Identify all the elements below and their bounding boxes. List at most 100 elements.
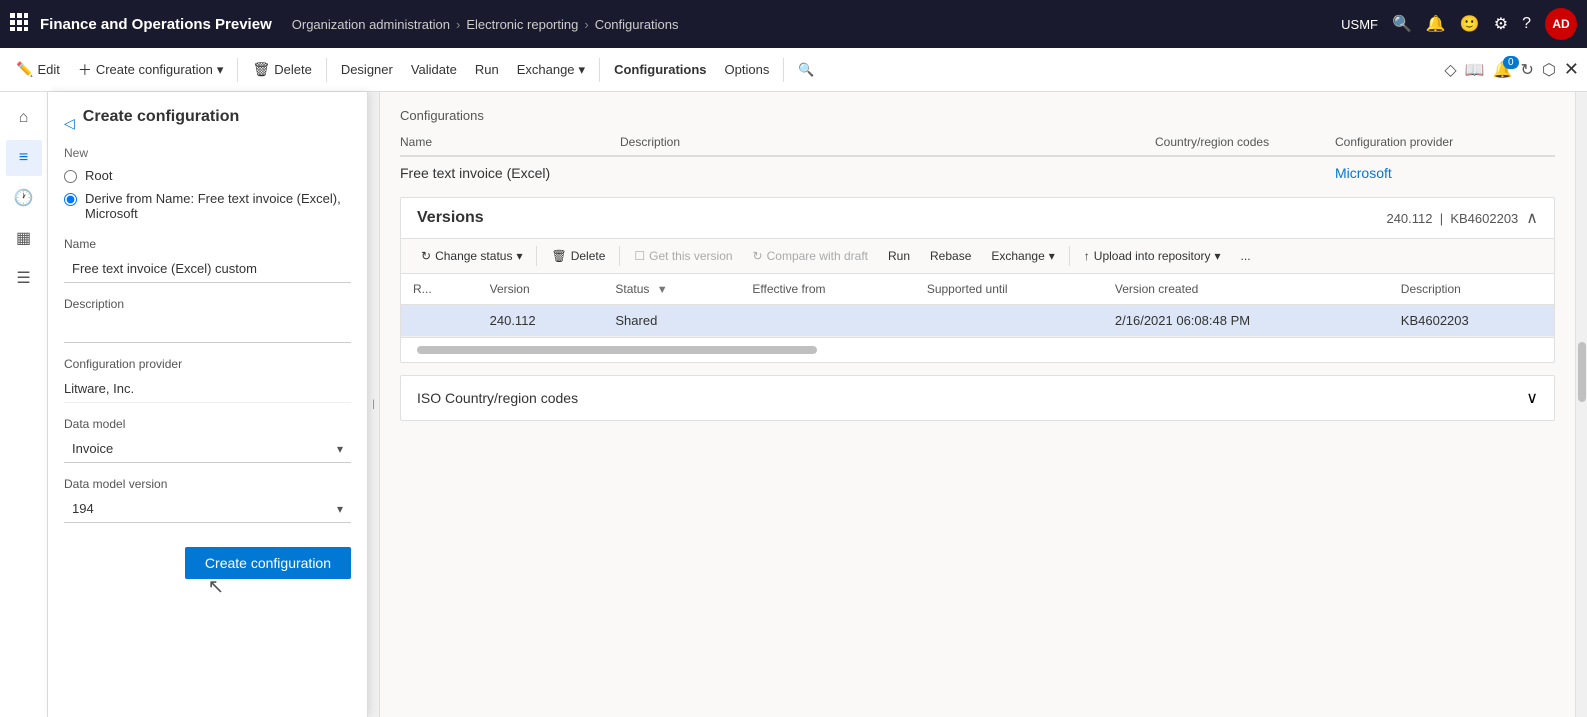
creation-type-radio-group: Root Derive from Name: Free text invoice… [64,168,351,221]
radio-root[interactable]: Root [64,168,351,183]
versions-table-header-row: R... Version Status ▼ Effective from Sup… [401,274,1554,305]
sidebar-item-home[interactable]: ⌂ [6,100,42,136]
edit-button[interactable]: ✏️ Edit [8,57,68,82]
exchange-button[interactable]: Exchange ▾ [509,58,593,82]
data-model-label: Data model [64,417,351,431]
sidebar-item-recent[interactable]: 🕐 [6,180,42,216]
refresh-icon[interactable]: ↻ [1521,60,1534,80]
data-model-version-select-wrapper: 194 ▾ [64,495,351,523]
exchange-chevron-icon: ▾ [579,62,586,78]
sidebar-item-grid[interactable]: ▦ [6,220,42,256]
search-icon[interactable]: 🔍 [1392,14,1412,34]
breadcrumb: Organization administration › Electronic… [292,17,1341,32]
smiley-icon[interactable]: 🙂 [1460,14,1480,34]
versions-collapse-icon[interactable]: ∧ [1526,208,1538,228]
scroll-area[interactable] [401,337,1554,362]
exchange-versions-chevron-icon: ▾ [1049,249,1055,263]
data-model-version-select[interactable]: 194 [64,495,351,523]
config-provider-value-link[interactable]: Microsoft [1335,165,1555,181]
data-model-select[interactable]: Invoice [64,435,351,463]
org-label: USMF [1341,17,1378,32]
cell-version-created: 2/16/2021 06:08:48 PM [1103,305,1389,337]
toolbar-divider-2 [326,58,327,82]
diamond-icon[interactable]: ◇ [1444,60,1456,80]
radio-derive-label: Derive from Name: Free text invoice (Exc… [85,191,351,221]
data-model-version-form-group: Data model version 194 ▾ [64,477,351,523]
iso-collapse-icon[interactable]: ∨ [1526,388,1538,408]
refresh-status-icon: ↻ [421,249,431,263]
create-configuration-button[interactable]: ＋ Create configuration ▾ [70,56,232,84]
options-button[interactable]: Options [717,58,778,81]
designer-button[interactable]: Designer [333,58,401,81]
right-scrollbar-thumb[interactable] [1578,342,1586,402]
sidebar: ⌂ ≡ 🕐 ▦ ☰ [0,92,48,717]
new-section-label: New [64,146,351,160]
col-header-provider: Configuration provider [1335,135,1555,149]
notification-badge-icon[interactable]: 🔔0 [1493,60,1513,80]
vt-divider-1 [536,246,537,266]
config-value-row: Free text invoice (Excel) Microsoft [400,165,1555,181]
avatar[interactable]: AD [1545,8,1577,40]
config-country-value [1155,165,1335,181]
radio-derive[interactable]: Derive from Name: Free text invoice (Exc… [64,191,351,221]
versions-run-button[interactable]: Run [880,245,918,267]
delete-button[interactable]: 🗑 Delete [244,57,319,82]
name-input[interactable] [64,255,351,283]
versions-section: Versions 240.112 | KB4602203 ∧ ↻ Change … [400,197,1555,363]
open-in-new-icon[interactable]: ⬡ [1542,60,1556,80]
config-provider-label: Configuration provider [64,357,351,371]
description-input[interactable] [64,315,351,343]
app-title: Finance and Operations Preview [40,16,272,33]
notification-count: 0 [1503,56,1519,69]
waffle-icon[interactable] [10,13,28,36]
exchange-versions-button[interactable]: Exchange ▾ [983,245,1062,267]
toolbar-divider-3 [599,58,600,82]
col-description: Description [1389,274,1554,305]
col-version-created: Version created [1103,274,1389,305]
panel-collapse-handle[interactable]: | [368,92,380,717]
close-button[interactable]: ✕ [1564,59,1579,80]
cell-r [401,305,478,337]
search-toolbar-icon[interactable]: 🔍 [790,58,822,82]
book-icon[interactable]: 📖 [1465,60,1485,80]
compare-with-draft-button[interactable]: ↻ Compare with draft [745,245,876,267]
notification-icon[interactable]: 🔔 [1426,14,1446,34]
horizontal-scrollbar-thumb[interactable] [417,346,817,354]
table-row[interactable]: 240.112 Shared 2/16/2021 06:08:48 PM KB4… [401,305,1554,337]
validate-button[interactable]: Validate [403,58,465,81]
panel-collapse-icon[interactable]: ◁ [64,115,75,132]
top-navigation-bar: Finance and Operations Preview Organizat… [0,0,1587,48]
toolbar-divider-4 [783,58,784,82]
sidebar-item-detail[interactable]: ☰ [6,260,42,296]
versions-toolbar: ↻ Change status ▾ 🗑 Delete ☐ Get this ve… [401,239,1554,274]
sidebar-item-list[interactable]: ≡ [6,140,42,176]
col-version: Version [478,274,604,305]
change-status-button[interactable]: ↻ Change status ▾ [413,245,530,267]
status-filter-icon[interactable]: ▼ [657,284,668,296]
configurations-button[interactable]: Configurations [606,58,714,81]
more-options-button[interactable]: ... [1233,245,1259,267]
breadcrumb-er[interactable]: Electronic reporting [466,17,578,32]
radio-derive-input[interactable] [64,193,77,206]
rebase-button[interactable]: Rebase [922,245,979,267]
chevron-icon: › [456,17,460,32]
right-scrollbar[interactable] [1575,92,1587,717]
breadcrumb-configs[interactable]: Configurations [595,17,679,32]
get-this-version-button[interactable]: ☐ Get this version [626,245,740,267]
description-form-group: Description [64,297,351,343]
toolbar-divider-1 [237,58,238,82]
config-provider-form-group: Configuration provider Litware, Inc. [64,357,351,403]
versions-header: Versions 240.112 | KB4602203 ∧ [401,198,1554,239]
radio-root-input[interactable] [64,170,77,183]
versions-delete-button[interactable]: 🗑 Delete [543,245,613,267]
upload-repository-button[interactable]: ↑ Upload into repository ▾ [1076,245,1229,267]
settings-icon[interactable]: ⚙ [1494,14,1508,34]
run-button[interactable]: Run [467,58,507,81]
get-version-icon: ☐ [634,249,645,263]
breadcrumb-org[interactable]: Organization administration [292,17,450,32]
panel-title: Create configuration [83,108,239,126]
name-form-group: Name [64,237,351,283]
versions-badge-version: 240.112 | KB4602203 [1386,211,1518,226]
help-icon[interactable]: ? [1522,15,1531,33]
versions-title: Versions [417,209,484,227]
